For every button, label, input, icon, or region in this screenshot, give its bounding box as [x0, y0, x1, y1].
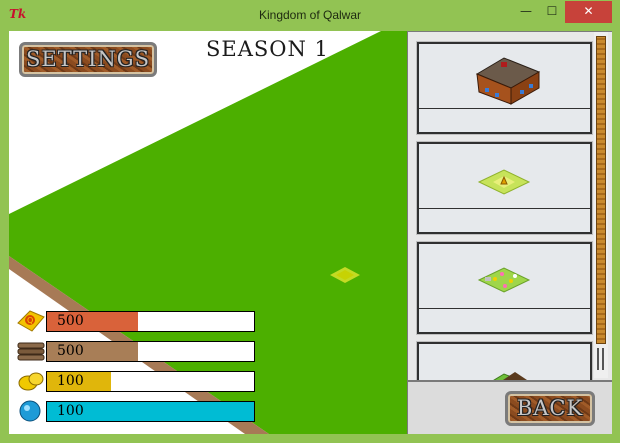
build-list-scrollbar[interactable]: [594, 32, 608, 378]
water-orb-icon: [19, 400, 41, 422]
gold-value: 500: [57, 313, 84, 329]
build-panel: BACK: [407, 31, 612, 434]
season-label: SEASON 1: [206, 37, 329, 61]
close-button[interactable]: ✕: [565, 1, 612, 23]
gold-bar: 500: [46, 311, 255, 332]
flower-garden-tile-icon: [477, 267, 531, 293]
svg-text:Q: Q: [27, 316, 33, 325]
build-item-label: [419, 308, 590, 332]
build-list: [408, 32, 612, 380]
build-item-label: [419, 108, 590, 132]
scrollbar-grip: [602, 348, 604, 370]
coin-icon: Q: [17, 310, 45, 332]
wood-value: 500: [57, 343, 84, 359]
lemon-icon: [18, 372, 44, 391]
minimize-button[interactable]: —: [513, 1, 539, 23]
build-item-mound[interactable]: [417, 342, 592, 380]
food-value: 100: [57, 373, 84, 389]
dirt-mound-tile-icon: [493, 372, 527, 380]
resource-row-gold: Q 500: [16, 309, 255, 333]
food-bar: 100: [46, 371, 255, 392]
house-building-icon: [475, 57, 541, 105]
panel-footer: BACK: [408, 380, 612, 434]
maximize-button[interactable]: ☐: [539, 1, 565, 23]
title-bar: Tk Kingdom of Qalwar — ☐ ✕: [0, 0, 620, 31]
build-item-field[interactable]: [417, 142, 592, 234]
scrollbar-grip: [597, 348, 599, 370]
resource-row-wood: 500: [16, 339, 255, 363]
wheat-field-tile-icon: [477, 169, 531, 195]
wood-bar: 500: [46, 341, 255, 362]
resource-row-water: 100: [16, 399, 255, 423]
build-item-garden[interactable]: [417, 242, 592, 334]
resource-row-food: 100: [16, 369, 255, 393]
game-map[interactable]: SETTINGS SEASON 1 Q 500 500 100 100: [9, 31, 407, 434]
back-button[interactable]: BACK: [505, 391, 595, 426]
app-window: Tk Kingdom of Qalwar — ☐ ✕ SETTINGS SEAS…: [0, 0, 620, 443]
water-value: 100: [57, 403, 84, 419]
water-bar: 100: [46, 401, 255, 422]
wood-logs-icon: [17, 342, 45, 361]
build-item-label: [419, 208, 590, 232]
build-item-house[interactable]: [417, 42, 592, 134]
scrollbar-thumb[interactable]: [596, 36, 606, 344]
settings-button[interactable]: SETTINGS: [19, 42, 157, 77]
